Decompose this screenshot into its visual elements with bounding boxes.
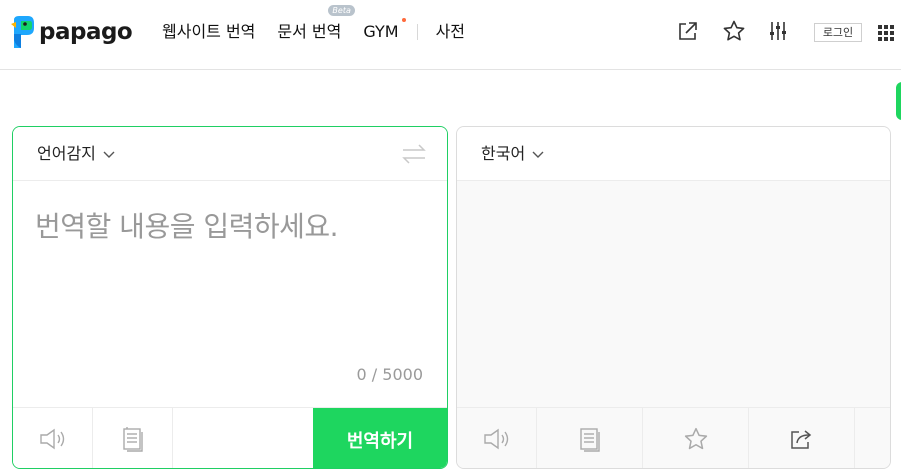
nav-document-translation-label: 문서 번역 bbox=[277, 22, 342, 41]
nav-dictionary[interactable]: 사전 bbox=[436, 19, 465, 45]
papago-parrot-icon bbox=[11, 16, 34, 48]
target-language-select[interactable]: 한국어 bbox=[481, 143, 545, 165]
login-button[interactable]: 로그인 bbox=[814, 23, 862, 42]
main-nav: 웹사이트 번역 문서 번역 Beta GYM 사전 bbox=[162, 5, 487, 45]
source-language-label: 언어감지 bbox=[37, 144, 96, 163]
note-pad-icon bbox=[579, 428, 600, 452]
side-floating-tab[interactable] bbox=[896, 82, 901, 120]
brand-name: papago bbox=[39, 19, 133, 45]
chevron-down-icon bbox=[532, 151, 544, 158]
nav-gym-label: GYM bbox=[363, 22, 399, 41]
nav-website-translation[interactable]: 웹사이트 번역 bbox=[162, 19, 255, 45]
external-link-icon[interactable] bbox=[675, 18, 701, 44]
target-share-button[interactable] bbox=[749, 408, 855, 468]
chevron-down-icon bbox=[103, 151, 115, 158]
source-language-select[interactable]: 언어감지 bbox=[37, 143, 116, 165]
target-favorite-button[interactable] bbox=[643, 408, 749, 468]
speaker-icon bbox=[483, 428, 508, 450]
nav-gym[interactable]: GYM bbox=[363, 18, 406, 45]
top-header: papago 웹사이트 번역 문서 번역 Beta GYM 사전 로그인 bbox=[0, 0, 901, 70]
target-copy-button[interactable] bbox=[537, 408, 643, 468]
source-text-input[interactable]: 번역할 내용을 입력하세요. bbox=[35, 209, 339, 245]
target-panel-header: 한국어 bbox=[457, 127, 890, 181]
source-handwriting-button[interactable] bbox=[93, 408, 173, 468]
swap-languages-icon[interactable] bbox=[401, 141, 427, 167]
source-panel: 언어감지 번역할 내용을 입력하세요. 0 / 5000 번역하기 bbox=[12, 126, 448, 469]
settings-sliders-icon[interactable] bbox=[765, 18, 791, 44]
nav-divider bbox=[416, 24, 418, 40]
share-icon bbox=[790, 430, 811, 449]
target-speak-button[interactable] bbox=[457, 408, 537, 468]
target-panel: 한국어 bbox=[456, 126, 891, 469]
beta-badge: Beta bbox=[328, 5, 355, 16]
speaker-icon bbox=[39, 428, 64, 450]
source-panel-header: 언어감지 bbox=[13, 127, 447, 181]
nav-document-translation[interactable]: 문서 번역 Beta bbox=[277, 5, 355, 45]
star-icon[interactable] bbox=[721, 18, 747, 44]
star-icon bbox=[684, 427, 707, 450]
source-panel-footer: 번역하기 bbox=[13, 407, 447, 468]
source-speak-button[interactable] bbox=[13, 408, 93, 468]
translate-button[interactable]: 번역하기 bbox=[313, 408, 447, 468]
new-indicator-dot bbox=[401, 18, 406, 22]
character-count: 0 / 5000 bbox=[356, 365, 423, 384]
target-language-label: 한국어 bbox=[481, 144, 526, 163]
target-panel-footer bbox=[457, 407, 890, 468]
apps-grid-icon[interactable] bbox=[873, 20, 899, 46]
papago-logo[interactable]: papago bbox=[10, 14, 133, 50]
note-pad-icon bbox=[122, 427, 143, 452]
